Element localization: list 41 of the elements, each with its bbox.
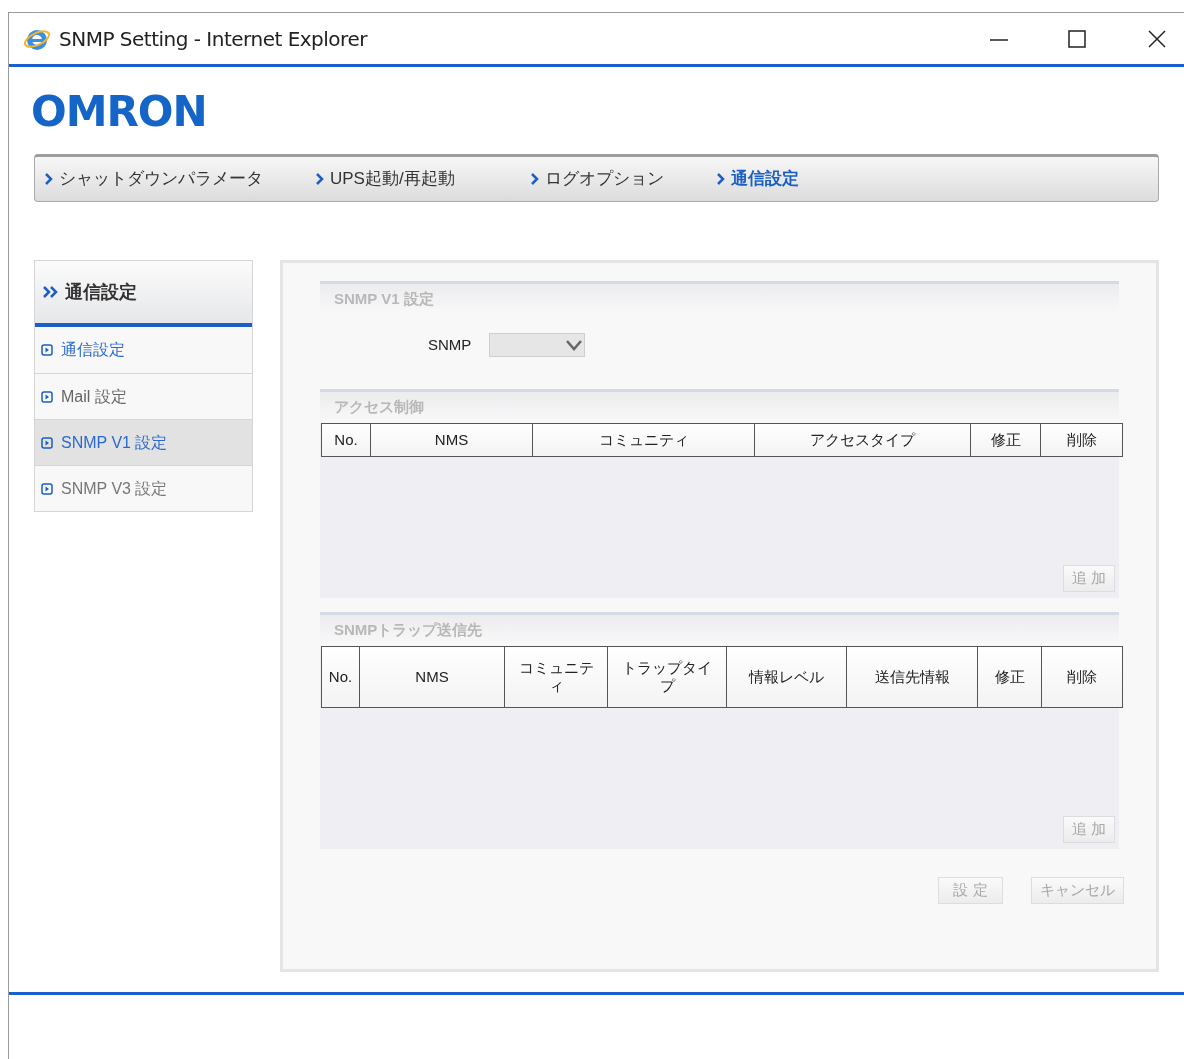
chevron-right-icon [45, 173, 53, 185]
close-icon[interactable] [1148, 29, 1166, 48]
column-header: トラップタイプ [621, 659, 713, 695]
sidebar-title: 通信設定 [65, 280, 137, 304]
nav-tab[interactable]: 通信設定 [717, 166, 877, 192]
logo: OMRON [31, 87, 207, 136]
column-header: コミュニティ [517, 659, 595, 695]
play-box-icon [41, 482, 53, 495]
column-header: No. [334, 431, 358, 449]
column-header: 送信先情報 [874, 668, 950, 686]
sidebar-item[interactable]: SNMP V1 設定 [35, 419, 252, 465]
nav-tab[interactable]: UPS起動/再起動 [316, 166, 531, 192]
section-title: SNMP V1 設定 [334, 289, 434, 310]
column-header: アクセスタイプ [810, 431, 915, 449]
column-header: 修正 [990, 431, 1021, 449]
chevron-right-icon [717, 173, 725, 185]
sidebar-item[interactable]: 通信設定 [35, 327, 252, 373]
chevron-down-icon [564, 338, 585, 352]
column-header: NMS [415, 668, 449, 686]
nav-tab[interactable]: シャットダウンパラメータ [45, 166, 316, 192]
sidebar-item[interactable]: Mail 設定 [35, 373, 252, 419]
column-header: 情報レベル [749, 668, 824, 686]
chevron-right-icon [531, 173, 539, 185]
chevron-right-icon [316, 173, 324, 185]
section-title: SNMPトラップ送信先 [334, 620, 483, 641]
section-title: アクセス制御 [334, 397, 424, 418]
column-header: 削除 [1066, 431, 1097, 449]
sidebar-item[interactable]: SNMP V3 設定 [35, 465, 252, 511]
play-box-icon [41, 436, 53, 449]
field-label: SNMP [428, 334, 472, 355]
play-box-icon [41, 390, 53, 403]
double-chevron-icon [43, 286, 59, 298]
window-title: SNMP Setting - Internet Explorer [59, 25, 367, 53]
column-header: 削除 [1067, 668, 1097, 686]
maximize-icon[interactable] [1068, 29, 1086, 48]
column-header: No. [328, 668, 353, 686]
nav-tab[interactable]: ログオプション [531, 166, 717, 192]
play-box-icon [41, 344, 53, 356]
column-header: 修正 [994, 668, 1025, 686]
column-header: コミュニティ [598, 431, 689, 449]
column-header: NMS [434, 431, 469, 449]
